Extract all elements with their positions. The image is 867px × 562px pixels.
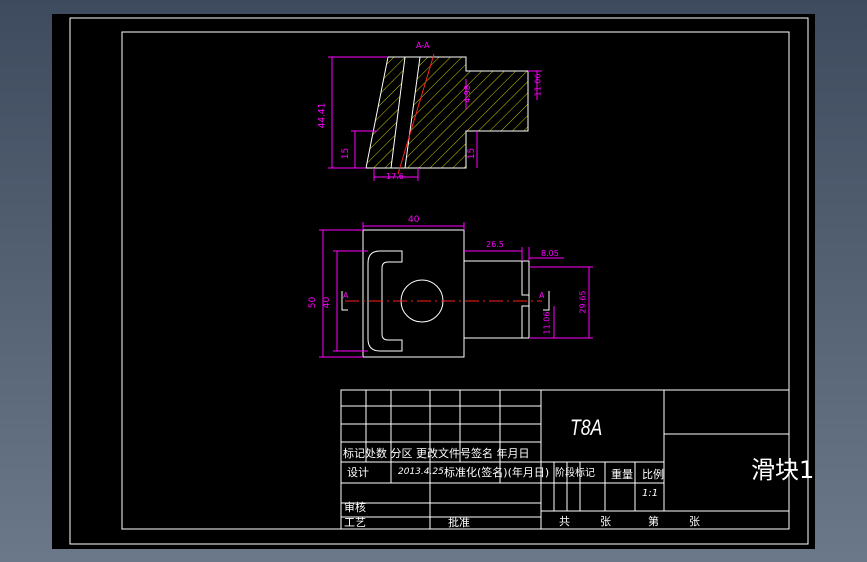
dim-tab-tip-label: 8.05	[541, 249, 559, 258]
section-body	[365, 56, 529, 169]
design-label: 设计	[347, 466, 369, 479]
cut-mark-left-label: A	[343, 291, 349, 300]
tab-outline	[463, 260, 530, 339]
page-label: 第	[648, 515, 659, 528]
tab-notch-top	[521, 260, 530, 296]
approve-label: 批准	[448, 516, 470, 529]
dim-height-total: 44.41	[317, 102, 328, 129]
dim-tab-height: 11.06	[533, 73, 543, 97]
row-header-labels: 标记处数 分区 更改文件号签名 年月日	[343, 447, 530, 460]
material-label: T8A	[570, 415, 603, 440]
weight-label: 重量	[611, 468, 633, 481]
dim-height-inner-label: 40	[322, 296, 333, 309]
total-label: 共	[559, 515, 570, 528]
tab-notch-bottom	[521, 305, 530, 339]
cut-mark-right-label: A	[539, 291, 545, 300]
part-name: 滑块1	[751, 456, 815, 484]
scale-value: 1:1	[642, 488, 659, 499]
review-label: 审核	[344, 501, 366, 514]
design-date: 2013.4.25	[398, 467, 444, 477]
dim-tab-len-label: 26.5	[486, 240, 504, 249]
dim-slot-label: 11.06	[542, 311, 552, 335]
dim-base-left: 15	[341, 147, 352, 160]
block-outline	[362, 229, 465, 358]
scale-label: 比例	[642, 468, 664, 481]
dim-width-bottom: 17.6	[386, 172, 404, 181]
top-view	[319, 222, 593, 358]
section-label: A-A	[416, 41, 430, 50]
dim-base-right: 15	[467, 147, 478, 160]
dim-hole-depth: 4.98	[462, 85, 472, 103]
section-view	[328, 53, 542, 181]
process-label: 工艺	[344, 516, 366, 529]
dim-height-outer-label: 50	[308, 296, 319, 309]
sheet-unit: 张	[600, 515, 611, 528]
page-unit: 张	[689, 515, 700, 528]
drawing-canvas: A-A 44.41 4.98 11.06 15 15 17.6 40 50 40…	[52, 14, 815, 549]
dim-top-width-label: 40	[408, 215, 420, 225]
standardize-label: 标准化(签名)(年月日)	[444, 466, 550, 479]
dim-tab-height-label: 29.65	[578, 290, 588, 314]
stage-label: 阶段标记	[555, 468, 595, 479]
